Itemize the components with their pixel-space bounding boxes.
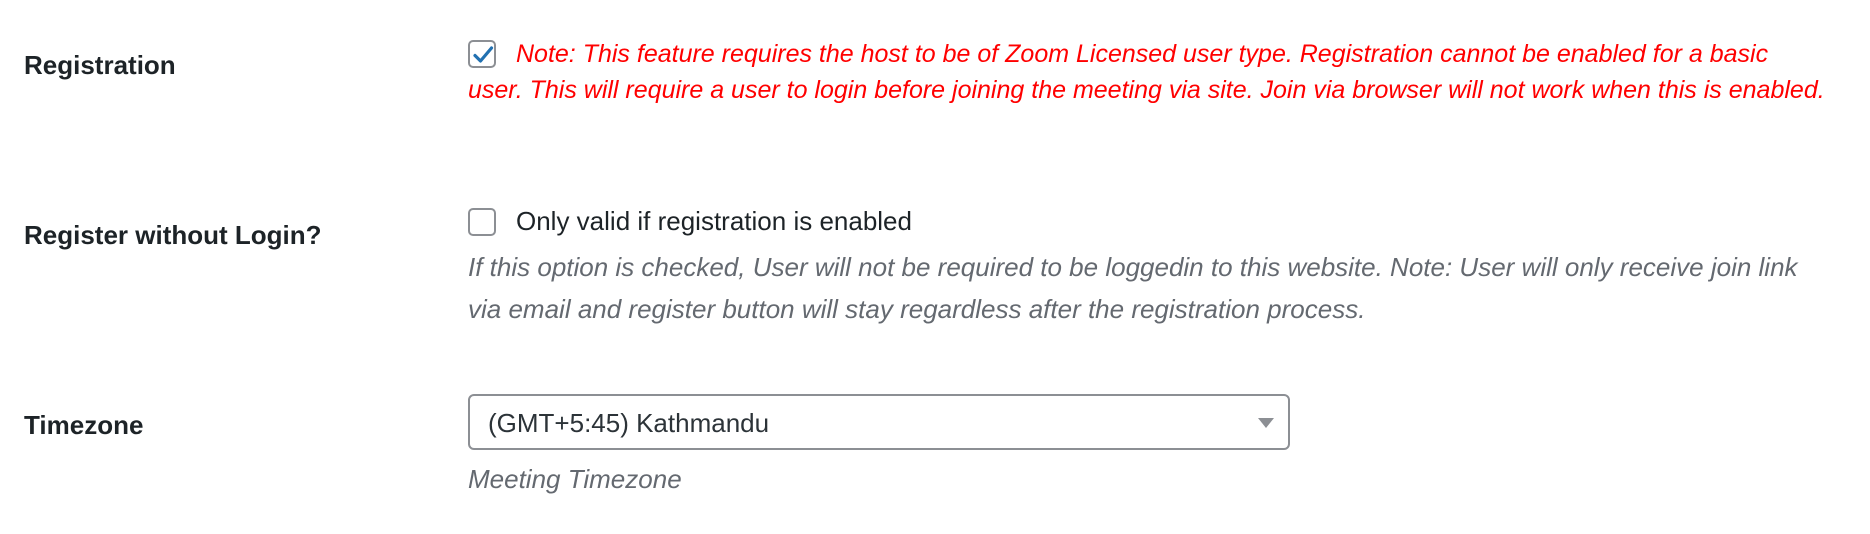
register-without-login-description: If this option is checked, User will not… (468, 252, 1798, 324)
timezone-select-value: (GMT+5:45) Kathmandu (488, 408, 770, 438)
timezone-label: Timezone (24, 410, 144, 440)
register-without-login-checkbox-label[interactable]: Only valid if registration is enabled (516, 206, 912, 237)
register-without-login-checkbox[interactable] (468, 208, 496, 236)
registration-label: Registration (24, 50, 176, 80)
register-without-login-label: Register without Login? (24, 220, 322, 250)
timezone-description: Meeting Timezone (468, 464, 682, 494)
chevron-down-icon (1258, 418, 1274, 428)
timezone-select[interactable]: (GMT+5:45) Kathmandu (468, 394, 1290, 450)
registration-note: Note: This feature requires the host to … (468, 40, 1825, 104)
